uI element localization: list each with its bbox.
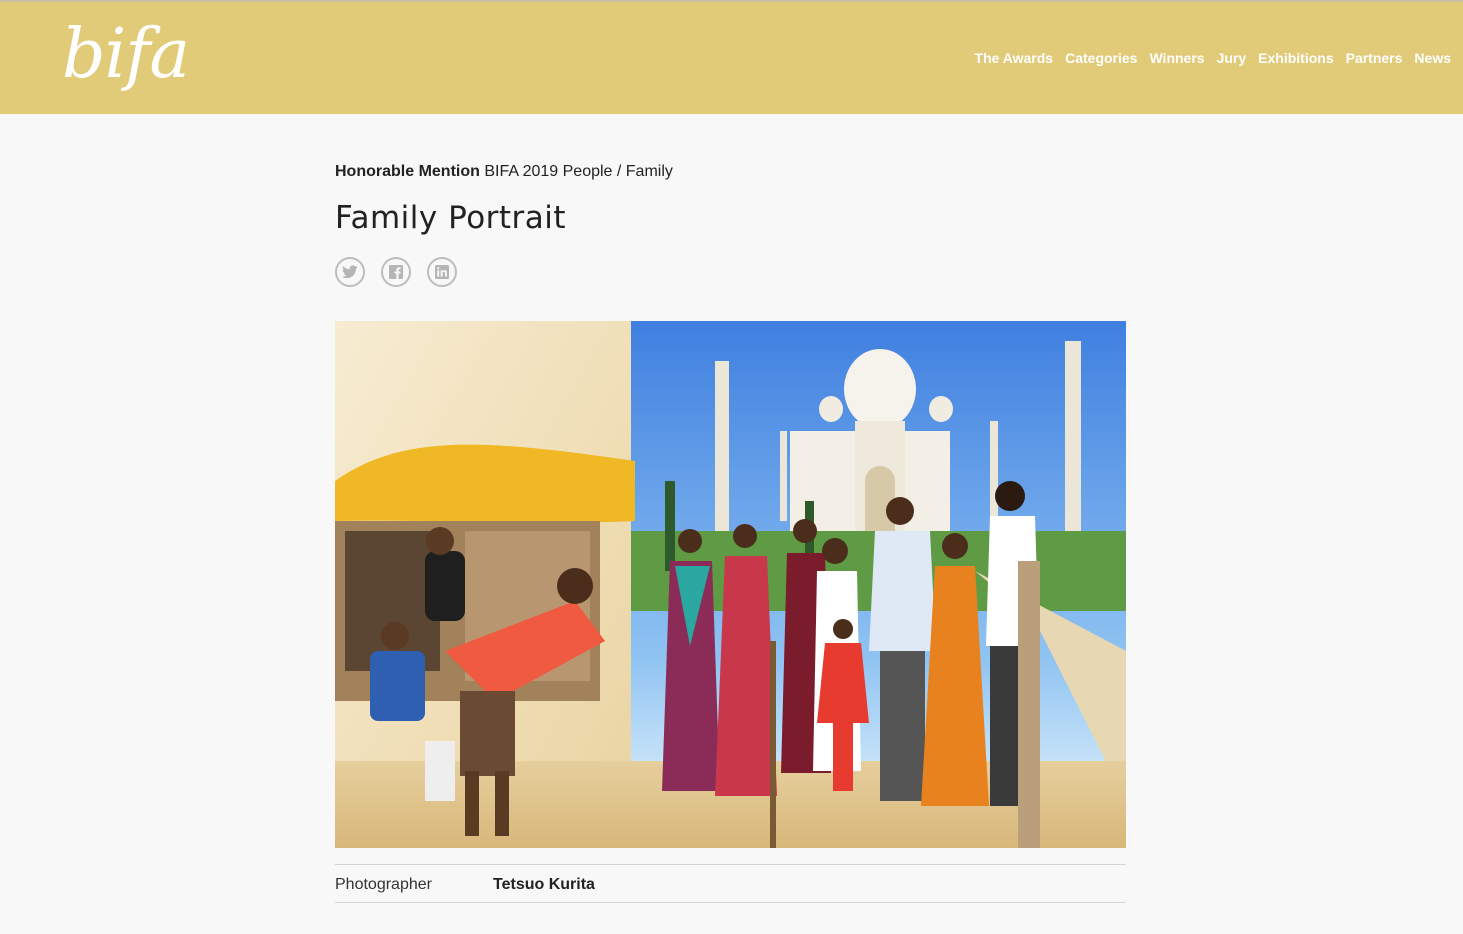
winning-photograph[interactable] xyxy=(335,321,1126,848)
nav-exhibitions[interactable]: Exhibitions xyxy=(1258,50,1333,66)
nav-winners[interactable]: Winners xyxy=(1149,50,1204,66)
award-level: Honorable Mention xyxy=(335,163,480,180)
nav-categories[interactable]: Categories xyxy=(1065,50,1137,66)
credit-label: Photographer xyxy=(335,876,432,893)
competition-category: BIFA 2019 People / Family xyxy=(484,163,673,180)
nav-the-awards[interactable]: The Awards xyxy=(975,50,1054,66)
photograph-illustration xyxy=(335,321,1126,848)
linkedin-icon[interactable] xyxy=(427,257,457,287)
photographer-credit: Photographer Tetsuo Kurita xyxy=(335,864,1126,903)
share-buttons xyxy=(335,257,457,287)
nav-jury[interactable]: Jury xyxy=(1217,50,1247,66)
site-header: bifa The Awards Categories Winners Jury … xyxy=(0,2,1463,114)
facebook-icon[interactable] xyxy=(381,257,411,287)
entry-meta: Honorable Mention BIFA 2019 People / Fam… xyxy=(335,163,673,181)
main-nav: The Awards Categories Winners Jury Exhib… xyxy=(975,50,1451,66)
bifa-logo[interactable]: bifa xyxy=(62,10,190,100)
nav-news[interactable]: News xyxy=(1414,50,1451,66)
twitter-icon[interactable] xyxy=(335,257,365,287)
photographer-name[interactable]: Tetsuo Kurita xyxy=(493,876,595,894)
nav-partners[interactable]: Partners xyxy=(1346,50,1403,66)
entry-title: Family Portrait xyxy=(335,200,567,236)
